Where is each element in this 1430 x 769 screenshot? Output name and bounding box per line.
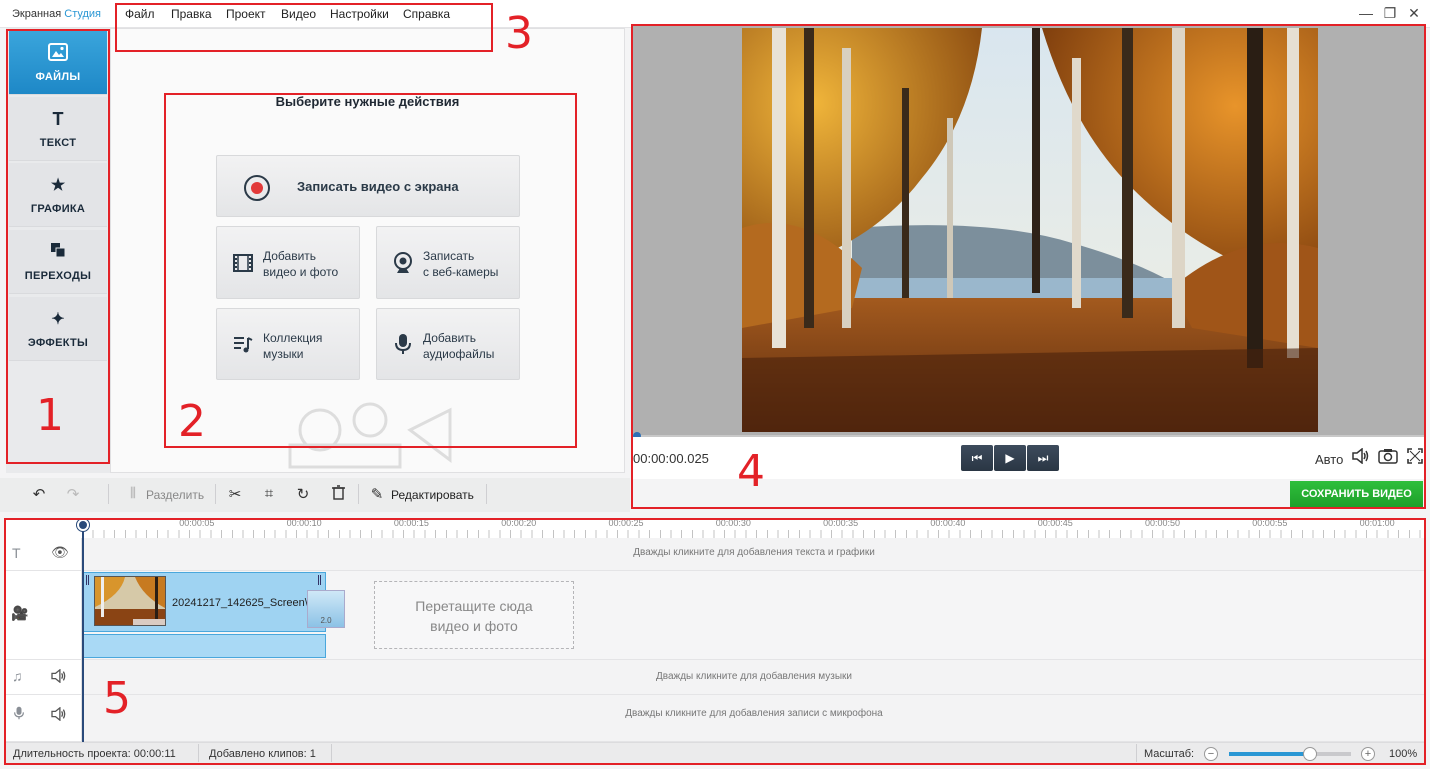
annotation-box-4 <box>631 24 1426 509</box>
app-title: Экранная Студия <box>12 8 101 20</box>
toolbar-divider <box>486 484 487 504</box>
cut-icon[interactable]: ✂ <box>224 485 246 503</box>
edit-button[interactable]: Редактировать <box>391 488 474 502</box>
app-title-part1: Экранная <box>12 8 62 20</box>
toolbar-divider <box>358 484 359 504</box>
annotation-number-4: 4 <box>737 446 765 497</box>
close-icon[interactable]: ✕ <box>1403 4 1425 22</box>
annotation-box-2 <box>164 93 577 448</box>
maximize-icon[interactable]: ❐ <box>1379 4 1401 22</box>
delete-icon[interactable] <box>327 485 349 504</box>
annotation-number-5: 5 <box>103 673 131 724</box>
undo-icon[interactable]: ↶ <box>28 485 50 503</box>
split-button[interactable]: Разделить <box>146 488 204 502</box>
toolbar-divider <box>108 484 109 504</box>
rotate-icon[interactable]: ↻ <box>292 485 314 503</box>
app-window: Экранная Студия Файл Правка Проект Видео… <box>0 0 1430 769</box>
split-icon: ⫼ <box>130 485 136 500</box>
app-title-part2: Студия <box>64 8 102 20</box>
annotation-box-3 <box>115 3 493 52</box>
redo-icon[interactable]: ↷ <box>62 485 84 503</box>
edit-icon: ✎ <box>370 486 384 503</box>
toolbar-divider <box>215 484 216 504</box>
minimize-icon[interactable]: — <box>1355 4 1377 22</box>
crop-icon[interactable]: ⌗ <box>258 485 280 502</box>
annotation-box-5 <box>4 518 1426 765</box>
annotation-number-3: 3 <box>505 8 533 59</box>
edit-toolbar <box>0 478 630 512</box>
annotation-number-2: 2 <box>178 396 206 447</box>
annotation-number-1: 1 <box>36 390 64 441</box>
